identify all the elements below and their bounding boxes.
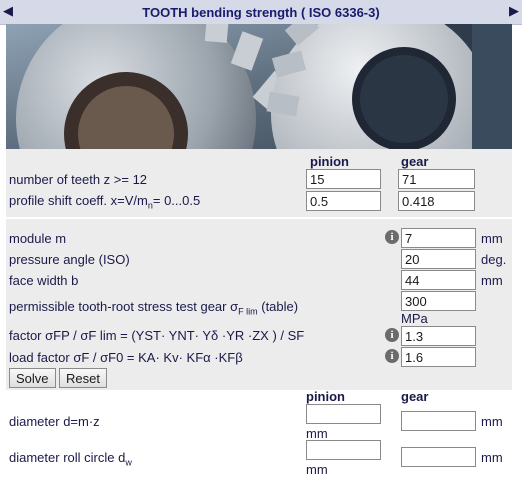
roll-circle-label-text: diameter roll circle d [9, 450, 126, 465]
load-factor-input[interactable] [401, 347, 476, 367]
gear-photo-illustration [6, 24, 512, 149]
module-input[interactable] [401, 228, 476, 248]
load-factor-label: load factor σF / σF0 = KA· Kv· KFα ·KFβ [9, 350, 243, 365]
roll-circle-gear-unit: mm [481, 450, 503, 465]
info-icon[interactable]: i [385, 230, 399, 244]
result-header-pinion: pinion [306, 389, 345, 404]
info-icon[interactable]: i [385, 328, 399, 342]
face-width-input[interactable] [401, 270, 476, 290]
teeth-gear-input[interactable] [398, 169, 475, 189]
pressure-angle-unit: deg. [481, 252, 507, 267]
diameter-gear-unit: mm [481, 414, 503, 429]
diameter-pinion-unit: mm [306, 426, 328, 441]
teeth-pinion-input[interactable] [306, 169, 381, 189]
module-label: module m [9, 231, 67, 246]
permissible-stress-input[interactable] [401, 291, 476, 311]
shift-gear-input[interactable] [398, 191, 475, 211]
info-icon[interactable]: i [385, 349, 399, 363]
factor-input[interactable] [401, 326, 476, 346]
teeth-label: number of teeth z >= 12 [9, 172, 148, 187]
nav-right-arrow-icon[interactable]: ▶ [509, 3, 519, 19]
roll-circle-gear-output [401, 447, 476, 467]
column-header-pinion: pinion [310, 154, 349, 169]
page-title: TOOTH bending strength ( ISO 6336-3) [142, 5, 380, 20]
face-width-label: face width b [9, 273, 79, 288]
gear-photo [6, 24, 512, 149]
profile-shift-label-range: = 0...0.5 [152, 193, 201, 208]
column-header-gear: gear [401, 154, 429, 169]
result-header-gear: gear [401, 389, 429, 404]
face-width-unit: mm [481, 273, 503, 288]
pressure-angle-input[interactable] [401, 249, 476, 269]
roll-circle-pinion-output [306, 440, 381, 460]
module-unit: mm [481, 231, 503, 246]
factor-label: factor σFP / σF lim = (YST· YNT· Yδ ·YR … [9, 328, 305, 343]
pressure-angle-label: pressure angle (ISO) [9, 252, 130, 267]
diameter-pinion-output [306, 404, 381, 424]
permissible-stress-label-suffix: (table) [257, 299, 299, 314]
roll-circle-label: diameter roll circle dw [9, 450, 132, 468]
permissible-stress-label: permissible tooth-root stress test gear … [9, 299, 298, 317]
shift-pinion-input[interactable] [306, 191, 381, 211]
diameter-label: diameter d=m·z [9, 414, 100, 429]
roll-circle-label-sub: w [125, 457, 132, 468]
permissible-stress-label-text: permissible tooth-root stress test gear … [9, 299, 239, 314]
section-divider [6, 217, 512, 219]
profile-shift-label: profile shift coeff. x=V/mn= 0...0.5 [9, 193, 200, 211]
diameter-gear-output [401, 411, 476, 431]
solve-button[interactable]: Solve [9, 368, 56, 388]
roll-circle-pinion-unit: mm [306, 462, 328, 477]
reset-button[interactable]: Reset [59, 368, 107, 388]
permissible-stress-label-sub: F lim [238, 306, 258, 317]
profile-shift-label-text: profile shift coeff. x=V/m [9, 193, 148, 208]
permissible-stress-unit: MPa [401, 311, 428, 326]
